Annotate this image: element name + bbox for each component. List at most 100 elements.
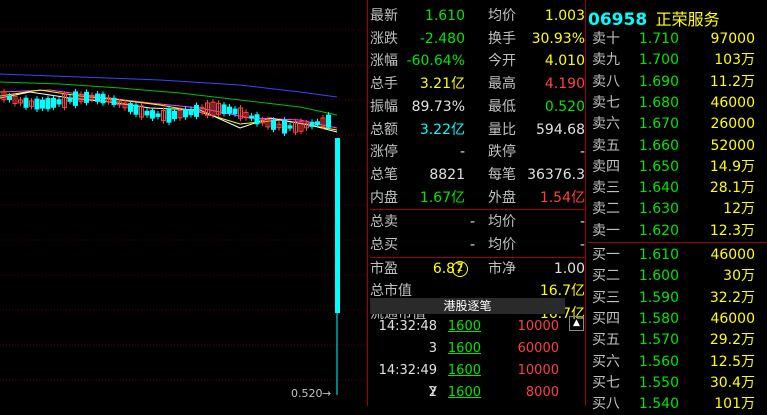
pe-row: 市盈 6.87 2 市净 1.00 <box>370 258 585 280</box>
buy-level[interactable]: 买六 1.560 12.5万 <box>588 351 767 373</box>
quote-stats-panel: 最新 1.610 均价 1.003 涨跌 -2.480 换手 30.93% 涨幅… <box>370 5 585 322</box>
stat-label: 总手 <box>370 76 398 93</box>
stat-row: 最新 1.610 均价 1.003 <box>370 5 585 27</box>
level-price: 1.670 <box>638 116 679 133</box>
sell_total-row: 总卖 - 均价 - <box>370 211 585 233</box>
level-volume: 52000 <box>710 137 755 154</box>
stat-row: 总笔 8821 每笔 36376.3 <box>370 164 585 186</box>
stat-row: 涨跌 -2.480 换手 30.93% <box>370 28 585 50</box>
sell-level[interactable]: 卖三 1.640 28.1万 <box>588 177 767 199</box>
tick-time: 3 <box>428 341 437 356</box>
sell-level[interactable]: 卖六 1.670 26000 <box>588 113 767 135</box>
sell-level[interactable]: 卖四 1.650 14.9万 <box>588 156 767 178</box>
level-label: 卖四 <box>592 158 620 175</box>
candle <box>315 121 320 126</box>
level-label: 买四 <box>592 310 620 327</box>
candle <box>232 108 238 115</box>
candle <box>271 119 276 130</box>
buy-level[interactable]: 买一 1.610 46000 <box>588 244 767 266</box>
stat-label: 涨停 <box>370 144 398 161</box>
candle <box>40 99 45 109</box>
buy-level[interactable]: 买七 1.550 30.4万 <box>588 372 767 394</box>
buy-level[interactable]: 买八 1.540 101万 <box>588 393 767 415</box>
stat-value: 8821 <box>429 166 465 183</box>
level-volume: 103万 <box>714 52 755 69</box>
candle <box>45 98 51 110</box>
level-volume: 14.9万 <box>709 158 755 175</box>
buy_total-row: 总买 - 均价 - <box>370 234 585 256</box>
level-label: 买一 <box>592 247 620 263</box>
stat-label: 每笔 <box>488 166 516 183</box>
sell-level[interactable]: 卖二 1.630 12万 <box>588 198 767 220</box>
tick-row: 2 1600 8000 <box>370 382 565 404</box>
sell-level[interactable]: 卖一 1.620 12.3万 <box>588 220 767 242</box>
level-label: 卖六 <box>592 116 620 133</box>
level-volume: 26000 <box>710 116 755 133</box>
level-label: 买八 <box>592 396 620 413</box>
level-volume: 101万 <box>714 396 755 413</box>
sell-level[interactable]: 卖九 1.700 103万 <box>588 49 767 71</box>
level-label: 买六 <box>592 353 620 370</box>
level-volume: 11.2万 <box>709 73 755 90</box>
candle <box>95 93 100 102</box>
stat-label: 总额 <box>370 121 398 138</box>
level-price: 1.650 <box>638 158 679 175</box>
level-price: 1.600 <box>638 268 679 285</box>
level-price: 1.690 <box>638 73 679 90</box>
sell-level[interactable]: 卖八 1.690 11.2万 <box>588 71 767 93</box>
level-label: 买二 <box>592 268 620 285</box>
candle <box>56 99 62 105</box>
stat-label: 最高 <box>488 76 516 93</box>
stat-value: 4.190 <box>544 76 585 93</box>
level-volume: 12万 <box>723 201 755 218</box>
tick-time: 2 <box>428 385 437 400</box>
level-label: 卖八 <box>592 73 620 90</box>
level-label: 卖五 <box>592 137 620 154</box>
stat-value: - <box>459 144 465 161</box>
sell-level[interactable]: 卖七 1.680 46000 <box>588 92 767 114</box>
stat-value: 30.93% <box>531 30 585 47</box>
stat-label: 量比 <box>488 121 516 138</box>
stat-row: 振幅 89.73% 最低 0.520 <box>370 96 585 118</box>
candle <box>23 97 29 108</box>
level-volume: 30万 <box>723 268 755 285</box>
stat-label: 内盘 <box>370 189 398 206</box>
level-label: 卖九 <box>592 52 620 69</box>
candle <box>326 114 331 128</box>
candle <box>194 104 199 117</box>
stat-label: 涨跌 <box>370 30 398 47</box>
candlestick-chart[interactable]: 0.520 → <box>0 0 367 406</box>
level-price: 1.710 <box>638 31 679 47</box>
level-volume: 28.1万 <box>709 180 755 197</box>
candle <box>166 108 172 123</box>
sell-level[interactable]: 卖五 1.660 52000 <box>588 135 767 157</box>
level-label: 卖三 <box>592 180 620 197</box>
stat-label: 今开 <box>488 53 516 70</box>
candle <box>34 98 40 110</box>
buy-level[interactable]: 买五 1.570 29.2万 <box>588 329 767 351</box>
candle <box>227 106 232 114</box>
candle <box>183 108 188 118</box>
level-volume: 12.5万 <box>709 353 755 370</box>
stat-row: 总手 3.21亿 最高 4.190 <box>370 73 585 95</box>
stat-label: 换手 <box>488 30 516 47</box>
stat-value: 1.003 <box>544 8 585 24</box>
buy-level[interactable]: 买四 1.580 46000 <box>588 308 767 330</box>
level-price: 1.560 <box>638 353 679 370</box>
stat-label: 跌停 <box>488 144 516 161</box>
candle <box>150 110 155 119</box>
level-label: 卖一 <box>592 222 620 239</box>
stat-label: 总笔 <box>370 166 398 183</box>
buy-level[interactable]: 买三 1.590 32.2万 <box>588 287 767 309</box>
stat-row: 内盘 1.67亿 外盘 1.54亿 <box>370 187 585 209</box>
stat-value: - <box>579 237 585 253</box>
candle <box>249 115 254 119</box>
tick-volume: 10000 <box>517 363 559 378</box>
scroll-up-button[interactable]: ▲ <box>569 316 584 331</box>
candle <box>155 113 161 117</box>
sell-level[interactable]: 卖十 1.710 97000 <box>588 28 767 50</box>
buy-level[interactable]: 买二 1.600 30万 <box>588 265 767 287</box>
stat-value: 3.21亿 <box>419 76 465 93</box>
candle <box>172 110 177 120</box>
level-volume: 12.3万 <box>709 222 755 239</box>
